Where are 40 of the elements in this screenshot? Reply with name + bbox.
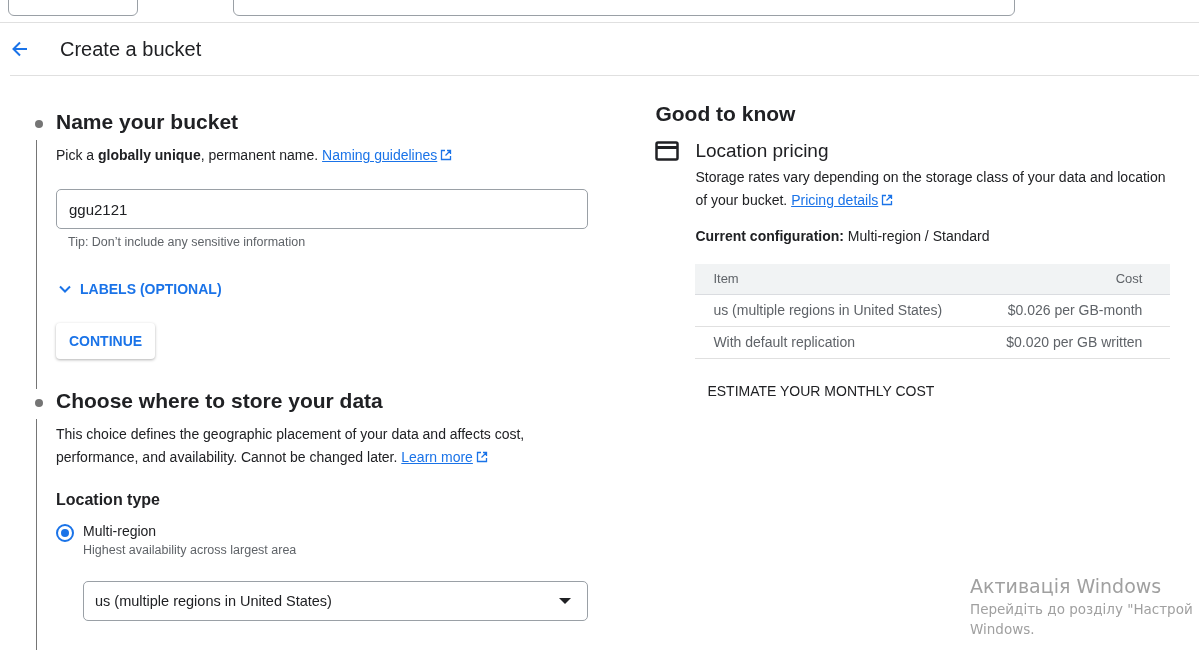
step-description: Pick a globally unique, permanent name. Naming guidelines (56, 144, 556, 167)
external-link[interactable]: Learn more (401, 449, 488, 465)
column-header: Item (695, 264, 977, 295)
activation-text: Windows. (970, 621, 1036, 637)
labels-expander[interactable]: LABELS (OPTIONAL) (58, 281, 222, 297)
step-title: Choose where to store your data (56, 389, 384, 413)
option-hint: Highest availability across largest area (83, 543, 297, 557)
external-link[interactable]: Pricing details (791, 192, 894, 208)
external-link[interactable]: Naming guidelines (322, 147, 453, 163)
bucket-name-field[interactable]: ggu2121 (56, 189, 588, 229)
step-description: This choice defines the geographic placement of your data and affects cost, performance, and availability. Cannot be changed later. Learn more (56, 425, 526, 467)
step-title: Name your bucket (56, 110, 240, 134)
dropdown-caret-icon (559, 598, 571, 604)
credit-card-icon (655, 141, 680, 161)
external-link-icon (881, 194, 894, 206)
section-title: Good to know (655, 102, 797, 126)
step-bullet (35, 120, 43, 128)
pricing-description: Storage rates vary depending on the storage class of your data and location of your bucket. Pricing details (695, 168, 1167, 210)
page-title: Create a bucket (60, 37, 202, 61)
config-value: Multi-region / Standard (847, 228, 990, 244)
table-cell: With default replication (695, 326, 977, 359)
field-hint: Tip: Don’t include any sensitive information (68, 235, 307, 249)
estimate-button[interactable]: ESTIMATE YOUR MONTHLY COST (707, 379, 935, 403)
location-type-label: Location type (56, 491, 161, 509)
activation-text: Перейдіть до розділу "Настрой (970, 601, 1193, 617)
external-link-icon (475, 451, 488, 463)
option-label: Multi-region (83, 523, 158, 539)
back-arrow-icon[interactable] (10, 39, 30, 59)
table-cell: us (multiple regions in United States) (695, 294, 977, 327)
table-cell: $0.026 per GB-month (976, 294, 1171, 327)
activation-title: Активація Windows (970, 575, 1163, 597)
continue-button[interactable]: CONTINUE (56, 323, 156, 359)
table-cell: $0.020 per GB written (976, 326, 1171, 359)
column-header: Cost (976, 264, 1171, 295)
step-bullet (35, 399, 43, 407)
region-dropdown[interactable]: us (multiple regions in United States) (83, 581, 588, 621)
radio-button[interactable] (56, 524, 74, 542)
config-label: Current configuration: (695, 228, 844, 244)
pricing-title: Location pricing (695, 140, 830, 162)
external-link-icon (440, 149, 453, 161)
